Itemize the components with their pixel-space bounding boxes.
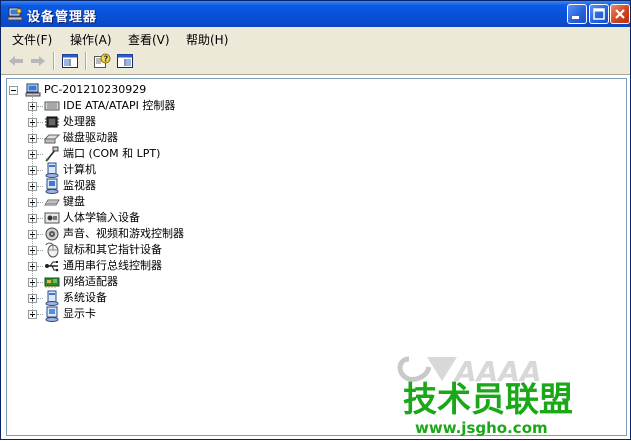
minimize-button[interactable] [567,4,587,24]
maximize-icon [593,8,605,20]
tree-connector [37,170,43,171]
tree-connector [37,314,43,315]
toolbar-separator [85,52,86,70]
tree-connector [37,298,43,299]
close-button[interactable] [610,4,630,24]
tree-item-label: 计算机 [63,163,96,176]
tree-connector [37,186,43,187]
tree-connector [37,282,43,283]
tree-item[interactable]: 通用串行总线控制器 [7,258,607,274]
menu-view[interactable]: 查看(V) [128,31,170,48]
tree-item[interactable]: 鼠标和其它指针设备 [7,242,607,258]
minimize-icon [572,16,579,19]
tree-connector [37,218,43,219]
tree-connector [37,202,43,203]
tree-trunk-line [32,94,33,314]
tree-item-label: 声音、视频和游戏控制器 [63,227,184,240]
tree-item-label: 键盘 [63,195,85,208]
tree-item[interactable]: 显示卡 [7,306,607,322]
window-title: 设备管理器 [27,10,98,25]
tree-item-label: 鼠标和其它指针设备 [63,243,162,256]
monitor-icon [45,178,59,194]
close-icon [615,9,625,19]
tree-item-label: 系统设备 [63,291,107,304]
tree-item-label: 通用串行总线控制器 [63,259,162,272]
disk-drive-icon [44,134,60,144]
computer-icon [45,162,59,178]
menu-help[interactable]: 帮助(H) [186,31,228,48]
watermark-main-text: 技术员联盟 [403,380,573,420]
menu-file[interactable]: 文件(F) [12,31,52,48]
menu-action[interactable]: 操作(A) [70,31,112,48]
tree-item[interactable]: 人体学输入设备 [7,210,607,226]
collapse-toggle[interactable] [9,86,18,95]
device-manager-window: 设备管理器 文件(F) 操作(A) 查看(V) 帮助(H) ? PC-20121… [0,0,631,440]
tree-connector [37,266,43,267]
svg-text:?: ? [104,55,109,64]
show-hide-icon[interactable] [116,53,134,69]
computer-root-icon [25,83,41,97]
forward-arrow-icon[interactable] [29,53,47,69]
tree-item[interactable]: 键盘 [7,194,607,210]
menu-bar: 文件(F) 操作(A) 查看(V) 帮助(H) [1,27,630,50]
tree-item-label: 显示卡 [63,307,96,320]
tree-connector [37,250,43,251]
tree-item[interactable]: 磁盘驱动器 [7,130,607,146]
tree-item[interactable]: 系统设备 [7,290,607,306]
ide-controller-icon [44,101,60,111]
processor-icon [45,116,59,128]
tree-connector [37,106,43,107]
mouse-icon [45,242,59,258]
hid-icon [44,212,60,224]
tree-item-label: 端口 (COM 和 LPT) [63,147,161,160]
tree-item[interactable]: 网络适配器 [7,274,607,290]
tree-item[interactable]: 端口 (COM 和 LPT) [7,146,607,162]
tree-item-label: 人体学输入设备 [63,211,140,224]
watermark-url: www.jsgho.com [415,419,548,437]
tree-item[interactable]: 声音、视频和游戏控制器 [7,226,607,242]
device-manager-icon [7,7,23,21]
system-device-icon [45,290,59,306]
tree-connector [37,234,43,235]
port-icon [45,146,59,162]
tree-item-label: IDE ATA/ATAPI 控制器 [63,99,176,112]
tree-item-label: 处理器 [63,115,96,128]
tree-connector [37,122,43,123]
tree-item[interactable]: IDE ATA/ATAPI 控制器 [7,98,607,114]
tree-item-label: 磁盘驱动器 [63,131,118,144]
tree-root-computer[interactable]: PC-201210230929 [7,82,607,98]
toolbar: ? [1,49,630,75]
toolbar-separator [53,52,54,70]
console-tree-icon[interactable] [61,53,79,69]
tree-connector [37,138,43,139]
tree-item[interactable]: 监视器 [7,178,607,194]
sound-icon [45,227,59,241]
properties-help-icon[interactable]: ? [93,53,111,69]
network-adapter-icon [44,277,60,288]
title-bar[interactable]: 设备管理器 [1,1,630,27]
maximize-button[interactable] [589,4,609,24]
tree-item-label: 监视器 [63,179,96,192]
watermark-logo: AAAA 技术员联盟 www.jsgho.com [397,355,573,437]
tree-item-label: 网络适配器 [63,275,118,288]
keyboard-icon [44,199,60,206]
tree-item[interactable]: 处理器 [7,114,607,130]
tree-item[interactable]: 计算机 [7,162,607,178]
display-adapter-icon [45,306,59,322]
tree-connector [37,154,43,155]
tree-item-label: PC-201210230929 [44,83,147,96]
usb-icon [45,261,59,272]
back-arrow-icon[interactable] [7,53,25,69]
